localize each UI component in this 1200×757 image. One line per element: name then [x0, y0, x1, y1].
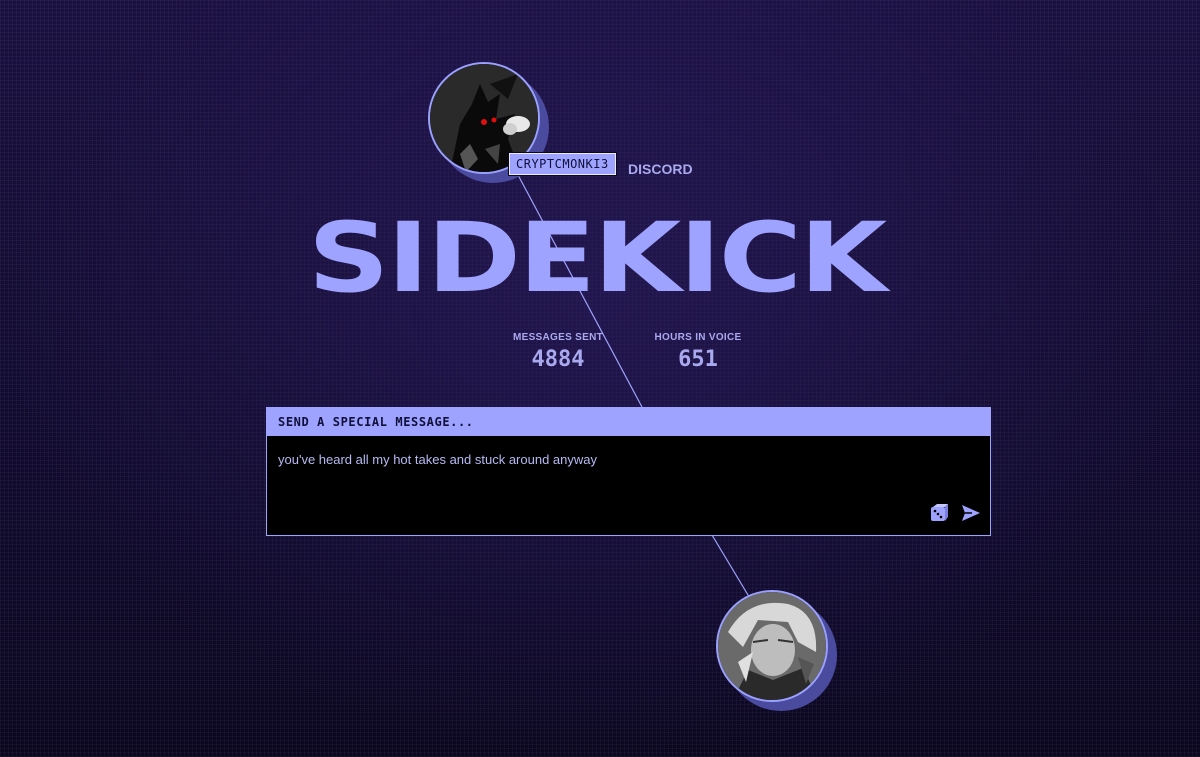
recipient-avatar[interactable]: [716, 590, 837, 711]
message-input[interactable]: you've heard all my hot takes and stuck …: [278, 452, 597, 467]
message-panel-header: SEND A SPECIAL MESSAGE...: [267, 408, 990, 436]
stat-hours-in-voice: HOURS IN VOICE 651: [648, 332, 748, 372]
stat-label: MESSAGES SENT: [512, 332, 604, 343]
send-button[interactable]: [961, 503, 981, 523]
username-tag: CRYPTCMONKI3: [509, 153, 616, 175]
platform-label: DISCORD: [628, 161, 693, 177]
stat-value: 4884: [531, 347, 585, 372]
stat-messages-sent: MESSAGES SENT 4884: [508, 332, 608, 372]
anime-character-avatar-icon: [716, 590, 828, 702]
dice-icon: [931, 504, 948, 521]
message-panel: SEND A SPECIAL MESSAGE... you've heard a…: [266, 407, 991, 536]
send-arrow-icon: [962, 505, 980, 521]
connector-lines: [509, 159, 761, 616]
stat-label: HOURS IN VOICE: [654, 332, 742, 343]
stat-value: 651: [678, 347, 718, 372]
dice-button[interactable]: [929, 503, 949, 523]
page-title: SIDEKICK: [307, 202, 887, 314]
